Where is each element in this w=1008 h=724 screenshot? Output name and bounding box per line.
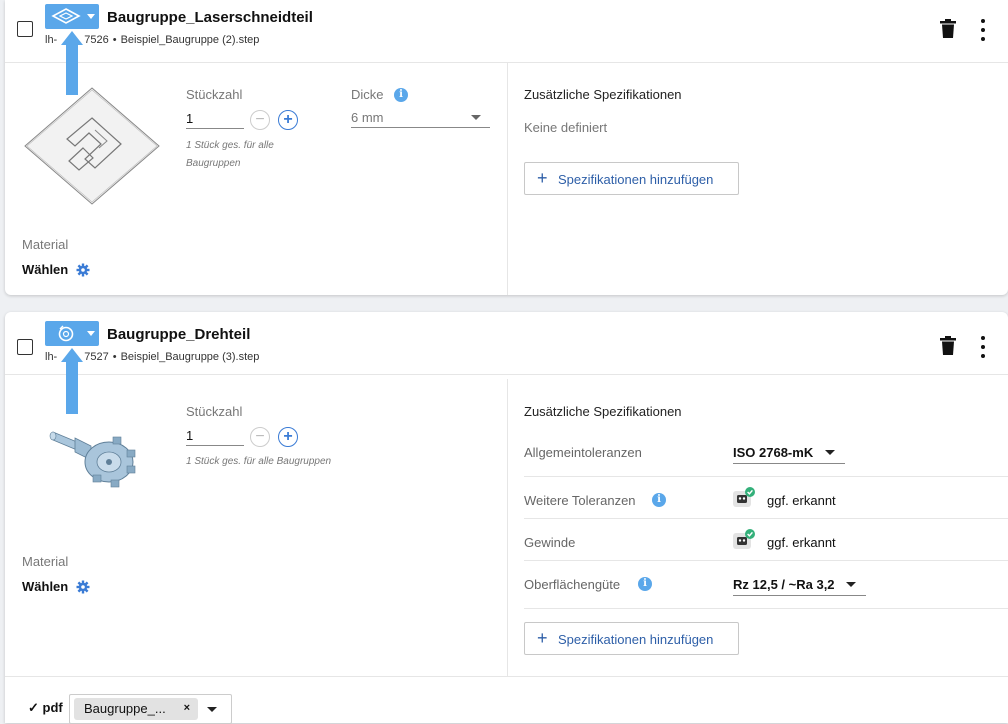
spec-label-further-tolerances: Weitere Toleranzen — [524, 493, 636, 508]
auto-detect-robot-icon — [733, 487, 755, 507]
chevron-down-icon — [825, 450, 835, 455]
part-card-drehteil: Baugruppe_Drehteil lh- 7527 • Beispiel_Baug… — [5, 312, 1008, 724]
part-id-suffix: 7527 — [84, 351, 109, 363]
part-title: Baugruppe_Laserschneidteil — [107, 9, 313, 26]
part-type-dropdown[interactable] — [45, 4, 99, 29]
select-checkbox[interactable] — [17, 339, 33, 355]
laser-sheet-icon — [51, 8, 81, 24]
part-title: Baugruppe_Drehteil — [107, 326, 251, 343]
quantity-decrement-button[interactable]: − — [250, 110, 270, 130]
pdf-attachment-label: ✓ pdf — [28, 700, 63, 715]
trash-icon[interactable] — [939, 336, 957, 356]
part-type-dropdown[interactable] — [45, 321, 99, 346]
specs-none-text: Keine definiert — [524, 120, 608, 135]
quantity-input[interactable] — [186, 426, 244, 446]
info-icon[interactable]: i — [394, 88, 408, 102]
part-filename[interactable]: Beispiel_Baugruppe (3).step — [121, 351, 260, 363]
more-menu-icon[interactable] — [977, 336, 989, 358]
spec-label-thread: Gewinde — [524, 535, 576, 550]
chevron-down-icon[interactable] — [207, 707, 217, 712]
part-id-prefix: lh- — [45, 351, 58, 363]
material-label: Material — [22, 237, 69, 252]
chevron-down-icon — [87, 331, 95, 336]
auto-detect-robot-icon — [733, 529, 755, 549]
thickness-select[interactable]: 6 mm — [351, 110, 490, 128]
part-thumbnail-sheet — [24, 87, 160, 205]
plus-icon: + — [537, 168, 548, 188]
attachments-footer: ✓ pdf Baugruppe_... × — [5, 676, 1008, 724]
gear-icon[interactable] — [76, 263, 90, 277]
gear-icon[interactable] — [76, 580, 90, 594]
spec-label-surface-finish: Oberflächengüte — [524, 577, 621, 592]
part-header: Baugruppe_Laserschneidteil lh- 7526 • Beisp… — [5, 0, 1008, 63]
thread-value: ggf. erkannt — [767, 535, 836, 550]
quantity-input[interactable] — [186, 109, 244, 129]
specs-title: Zusätzliche Spezifikationen — [524, 87, 682, 102]
select-checkbox[interactable] — [17, 21, 33, 37]
specs-title: Zusätzliche Spezifikationen — [524, 404, 682, 419]
info-icon[interactable]: i — [652, 493, 666, 507]
chevron-down-icon — [87, 14, 95, 19]
part-thumbnail-shaft — [49, 431, 136, 488]
quantity-increment-button[interactable]: + — [278, 427, 298, 447]
pdf-assignment-select[interactable]: Baugruppe_... × — [69, 694, 232, 724]
quantity-label: Stückzahl — [186, 87, 243, 102]
turning-part-icon — [58, 325, 74, 342]
close-icon[interactable]: × — [184, 702, 190, 714]
material-select[interactable]: Wählen — [22, 262, 68, 277]
part-filename[interactable]: Beispiel_Baugruppe (2).step — [121, 34, 260, 46]
assignment-chip: Baugruppe_... × — [74, 698, 198, 720]
quantity-hint: 1 Stück ges. für alle Baugruppen — [186, 456, 332, 467]
quantity-increment-button[interactable]: + — [278, 110, 298, 130]
spec-label-general-tolerances: Allgemeintoleranzen — [524, 445, 642, 460]
plus-icon: + — [537, 628, 548, 648]
material-label: Material — [22, 554, 69, 569]
further-tolerances-value: ggf. erkannt — [767, 493, 836, 508]
part-id-prefix: lh- — [45, 34, 58, 46]
info-icon[interactable]: i — [638, 577, 652, 591]
highlight-arrow-icon — [61, 348, 83, 414]
chevron-down-icon — [471, 115, 481, 120]
material-select[interactable]: Wählen — [22, 579, 68, 594]
add-specs-button[interactable]: + Spezifikationen hinzufügen — [524, 622, 739, 655]
check-icon: ✓ — [28, 700, 39, 715]
quantity-decrement-button[interactable]: − — [250, 427, 270, 447]
quantity-label: Stückzahl — [186, 404, 243, 419]
part-card-laserschneidteil: Baugruppe_Laserschneidteil lh- 7526 • Beisp… — [5, 0, 1008, 295]
chevron-down-icon — [846, 582, 856, 587]
quantity-hint: 1 Stück ges. für alle Baugruppen — [186, 140, 274, 169]
thickness-label: Dicke — [351, 87, 384, 102]
trash-icon[interactable] — [939, 19, 957, 39]
part-header: Baugruppe_Drehteil lh- 7527 • Beispiel_Baug… — [5, 312, 1008, 375]
part-id-suffix: 7526 — [84, 34, 109, 46]
more-menu-icon[interactable] — [977, 19, 989, 41]
add-specs-button[interactable]: + Spezifikationen hinzufügen — [524, 162, 739, 195]
